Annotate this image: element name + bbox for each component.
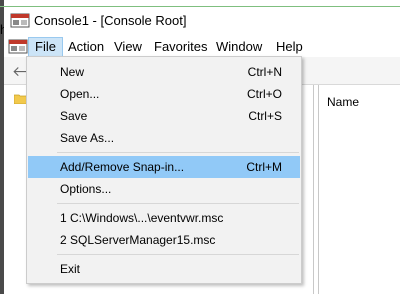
menu-item-recent-1[interactable]: 1 C:\Windows\...\eventvwr.msc — [28, 207, 300, 229]
menu-item-label: Open... — [60, 87, 100, 101]
menu-item-label: Options... — [60, 182, 112, 196]
menu-item-exit[interactable]: Exit — [28, 258, 300, 280]
menu-separator — [57, 254, 299, 255]
menu-item-label: Exit — [60, 262, 81, 276]
menu-item-save-as[interactable]: Save As... — [28, 127, 300, 149]
menu-item-label: Add/Remove Snap-in... — [60, 160, 185, 174]
menu-favorites[interactable]: Favorites — [148, 37, 213, 57]
menu-separator — [57, 152, 299, 153]
menu-item-recent-2[interactable]: 2 SQLServerManager15.msc — [28, 229, 300, 251]
column-header-name[interactable]: Name — [327, 95, 359, 109]
menu-item-label: 2 SQLServerManager15.msc — [60, 233, 216, 247]
menu-help[interactable]: Help — [270, 37, 309, 57]
menu-item-new[interactable]: New Ctrl+N — [28, 61, 300, 83]
menu-item-save[interactable]: Save Ctrl+S — [28, 105, 300, 127]
menu-bar: File Action View Favorites Window Help — [4, 35, 400, 57]
menu-file[interactable]: File — [28, 37, 63, 57]
menu-item-add-remove-snap-in[interactable]: Add/Remove Snap-in... Ctrl+M — [28, 156, 300, 178]
mmc-console-icon — [10, 13, 30, 28]
menu-item-label: 1 C:\Windows\...\eventvwr.msc — [60, 211, 224, 225]
menu-item-shortcut: Ctrl+M — [246, 160, 282, 174]
menu-item-options[interactable]: Options... — [28, 178, 300, 200]
menu-item-label: Save As... — [60, 131, 115, 145]
menu-action[interactable]: Action — [62, 37, 110, 57]
menu-separator — [57, 203, 299, 204]
results-pane[interactable]: Name — [318, 85, 400, 294]
title-bar[interactable]: Console1 - [Console Root] — [4, 7, 400, 35]
menu-item-shortcut: Ctrl+S — [248, 109, 282, 123]
menu-window[interactable]: Window — [210, 37, 268, 57]
menu-item-label: Save — [60, 109, 88, 123]
menu-item-shortcut: Ctrl+N — [247, 65, 282, 79]
window-title: Console1 - [Console Root] — [34, 13, 187, 28]
menu-view[interactable]: View — [108, 37, 148, 57]
system-menu-icon[interactable] — [8, 37, 28, 55]
file-menu-dropdown: New Ctrl+N Open... Ctrl+O Save Ctrl+S Sa… — [26, 56, 302, 284]
menu-item-label: New — [60, 65, 85, 79]
menu-item-shortcut: Ctrl+O — [246, 87, 282, 101]
menu-item-open[interactable]: Open... Ctrl+O — [28, 83, 300, 105]
